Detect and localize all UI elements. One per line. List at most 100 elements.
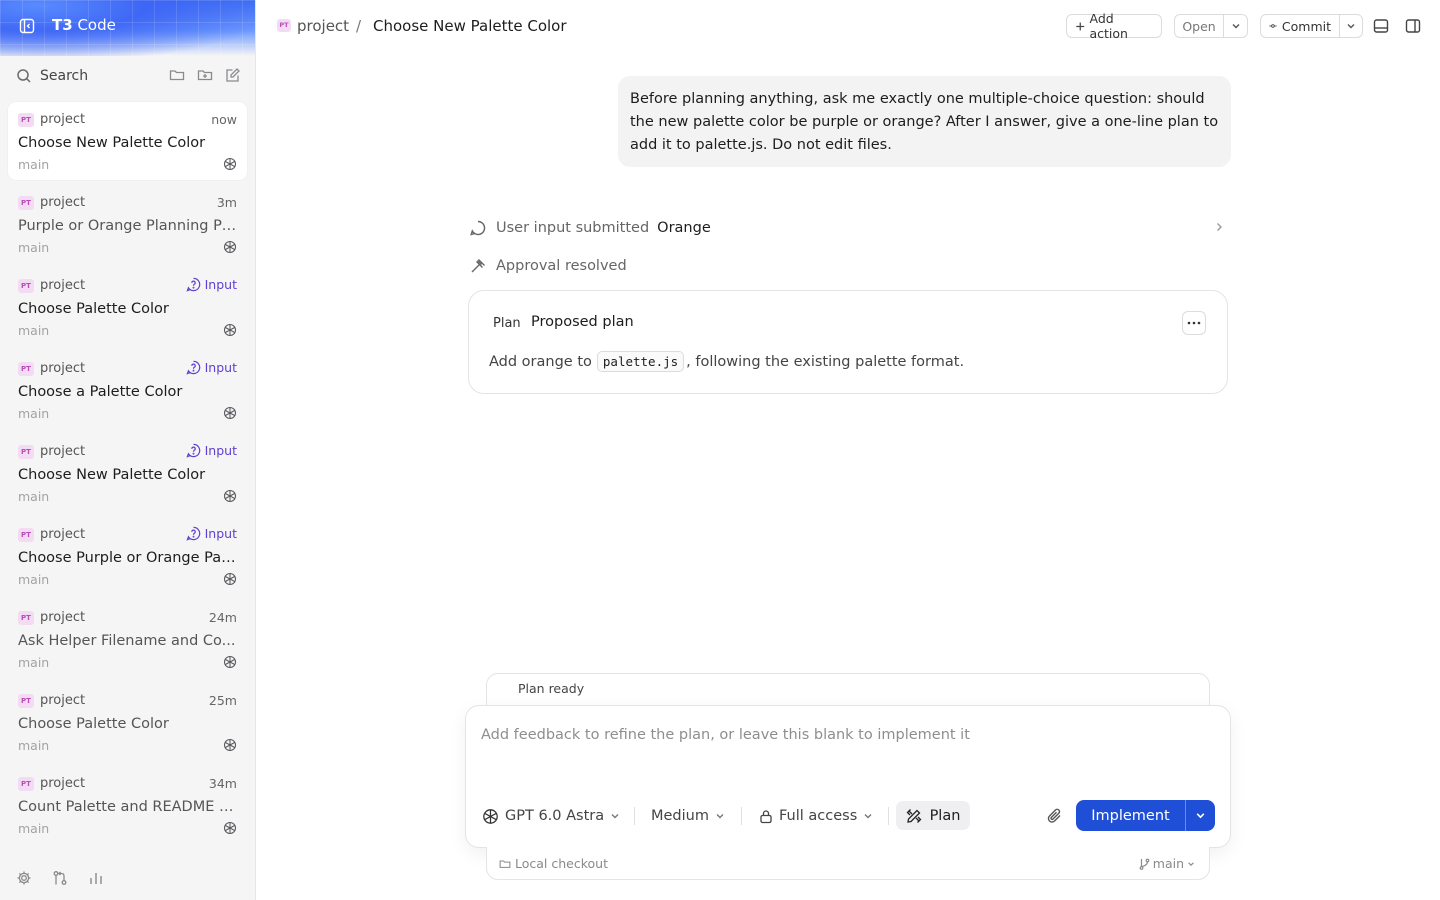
thread-time: 24m bbox=[208, 610, 237, 625]
search-icon bbox=[16, 68, 32, 84]
thread-project: project bbox=[40, 361, 86, 376]
top-bar: PT project / Choose New Palette Color Ad… bbox=[256, 0, 1440, 52]
open-dropdown-chevron-icon[interactable] bbox=[1223, 15, 1247, 37]
thread-branch: main bbox=[18, 323, 50, 338]
chevron-down-icon bbox=[716, 814, 724, 819]
thread-item[interactable]: PT project Input Choose Purple or Orange… bbox=[8, 517, 247, 595]
project-badge: PT bbox=[18, 777, 34, 791]
thread-title: Choose New Palette Color bbox=[18, 467, 206, 483]
thread-title: Ask Helper Filename and Co... bbox=[18, 633, 236, 649]
sidebar: T3 Code Search PT project now Choose New… bbox=[0, 0, 256, 900]
thread-title: Choose Palette Color bbox=[18, 301, 169, 317]
commit-dropdown-chevron-icon[interactable] bbox=[1339, 15, 1362, 37]
open-button[interactable]: Open bbox=[1175, 15, 1223, 37]
project-badge: PT bbox=[277, 19, 291, 32]
page-title: Choose New Palette Color bbox=[373, 17, 567, 35]
composer: GPT 6.0 Astra Medium Full access Plan Im… bbox=[465, 705, 1231, 848]
implement-button-group: Implement bbox=[1076, 800, 1215, 831]
plan-mode-toggle[interactable]: Plan bbox=[896, 801, 970, 830]
thread-title: Purple or Orange Planning Pr... bbox=[18, 218, 238, 234]
thread-item[interactable]: PT project Input Choose New Palette Colo… bbox=[8, 434, 247, 512]
thread-branch: main bbox=[18, 489, 50, 504]
access-selector[interactable]: Full access bbox=[759, 804, 873, 828]
thread-time: 3m bbox=[216, 195, 237, 210]
thread-item[interactable]: PT project now Choose New Palette Color … bbox=[8, 102, 247, 180]
thread-project: project bbox=[40, 278, 86, 293]
settings-gear-icon[interactable] bbox=[16, 870, 32, 886]
project-badge: PT bbox=[18, 694, 34, 708]
thread-item[interactable]: PT project 3m Purple or Orange Planning … bbox=[8, 185, 247, 263]
local-checkout-button[interactable]: Local checkout bbox=[499, 856, 608, 871]
git-commit-icon bbox=[1269, 24, 1277, 28]
thread-branch: main bbox=[18, 821, 50, 836]
lock-icon bbox=[760, 809, 772, 823]
thread-item[interactable]: PT project 25m Choose Palette Color main bbox=[8, 683, 247, 761]
project-badge: PT bbox=[18, 445, 34, 459]
chevron-down-icon bbox=[611, 814, 619, 819]
right-panel-icon[interactable] bbox=[1405, 18, 1421, 34]
thread-branch: main bbox=[18, 572, 50, 587]
add-action-button[interactable]: Add action bbox=[1066, 11, 1162, 41]
plan-body: Add orange to palette.js , following the… bbox=[489, 351, 964, 372]
openai-icon bbox=[223, 572, 237, 586]
commit-button[interactable]: Commit bbox=[1261, 15, 1339, 37]
plan-tag: Plan bbox=[493, 316, 521, 331]
openai-icon bbox=[223, 157, 237, 171]
bar-chart-icon[interactable] bbox=[88, 870, 104, 886]
git-branch-icon bbox=[1139, 858, 1150, 870]
thread-branch: main bbox=[18, 157, 50, 172]
event-value: Orange bbox=[657, 220, 711, 236]
openai-icon bbox=[483, 808, 498, 824]
code-filename: palette.js bbox=[596, 351, 685, 372]
implement-dropdown-chevron-icon[interactable] bbox=[1185, 800, 1215, 831]
branch-selector[interactable]: main bbox=[1139, 856, 1195, 871]
question-icon bbox=[186, 277, 200, 292]
commit-button-group: Commit bbox=[1260, 14, 1363, 38]
event-label: Approval resolved bbox=[496, 258, 627, 274]
implement-button[interactable]: Implement bbox=[1076, 800, 1185, 831]
thread-time: 25m bbox=[208, 693, 237, 708]
openai-icon bbox=[223, 240, 237, 254]
thread-title: Choose Purple or Orange Pal... bbox=[18, 550, 238, 566]
feedback-input[interactable] bbox=[481, 723, 1211, 747]
input-status: Input bbox=[186, 443, 237, 458]
model-selector[interactable]: GPT 6.0 Astra bbox=[482, 804, 620, 828]
git-compare-icon[interactable] bbox=[52, 870, 68, 886]
thread-project: project bbox=[40, 195, 86, 210]
user-input-event[interactable]: User input submitted Orange bbox=[469, 218, 1229, 238]
project-badge: PT bbox=[18, 611, 34, 625]
question-icon bbox=[186, 360, 200, 375]
open-button-group: Open bbox=[1174, 14, 1248, 38]
plan-title: Proposed plan bbox=[531, 314, 634, 330]
paperclip-icon[interactable] bbox=[1046, 807, 1064, 825]
more-options-icon[interactable] bbox=[1182, 311, 1206, 335]
pencil-ruler-icon bbox=[906, 808, 921, 823]
search-button[interactable]: Search bbox=[40, 68, 88, 84]
sidebar-toggle-icon[interactable] bbox=[19, 18, 35, 34]
terminal-panel-icon[interactable] bbox=[1373, 18, 1389, 34]
thread-branch: main bbox=[18, 406, 50, 421]
question-icon bbox=[186, 526, 200, 541]
project-badge: PT bbox=[18, 528, 34, 542]
gavel-icon bbox=[469, 257, 487, 275]
proposed-plan-card: Plan Proposed plan Add orange to palette… bbox=[468, 290, 1228, 394]
new-thread-icon[interactable] bbox=[225, 67, 241, 83]
thread-branch: main bbox=[18, 240, 50, 255]
thread-project: project bbox=[40, 610, 86, 625]
new-folder-icon[interactable] bbox=[197, 67, 213, 83]
thread-title: Count Palette and README L... bbox=[18, 799, 238, 815]
thread-branch: main bbox=[18, 738, 50, 753]
thread-time: 34m bbox=[208, 776, 237, 791]
brand-background bbox=[0, 0, 255, 56]
thread-project: project bbox=[40, 527, 86, 542]
chat-bubble-icon bbox=[469, 219, 487, 237]
thread-item[interactable]: PT project Input Choose a Palette Color … bbox=[8, 351, 247, 429]
breadcrumb-project[interactable]: project bbox=[297, 17, 349, 35]
thread-title: Choose Palette Color bbox=[18, 716, 169, 732]
folder-icon[interactable] bbox=[169, 67, 185, 83]
thread-item[interactable]: PT project 34m Count Palette and README … bbox=[8, 766, 247, 844]
effort-selector[interactable]: Medium bbox=[651, 804, 725, 828]
thread-item[interactable]: PT project 24m Ask Helper Filename and C… bbox=[8, 600, 247, 678]
thread-item[interactable]: PT project Input Choose Palette Color ma… bbox=[8, 268, 247, 346]
approval-event: Approval resolved bbox=[469, 256, 1229, 276]
